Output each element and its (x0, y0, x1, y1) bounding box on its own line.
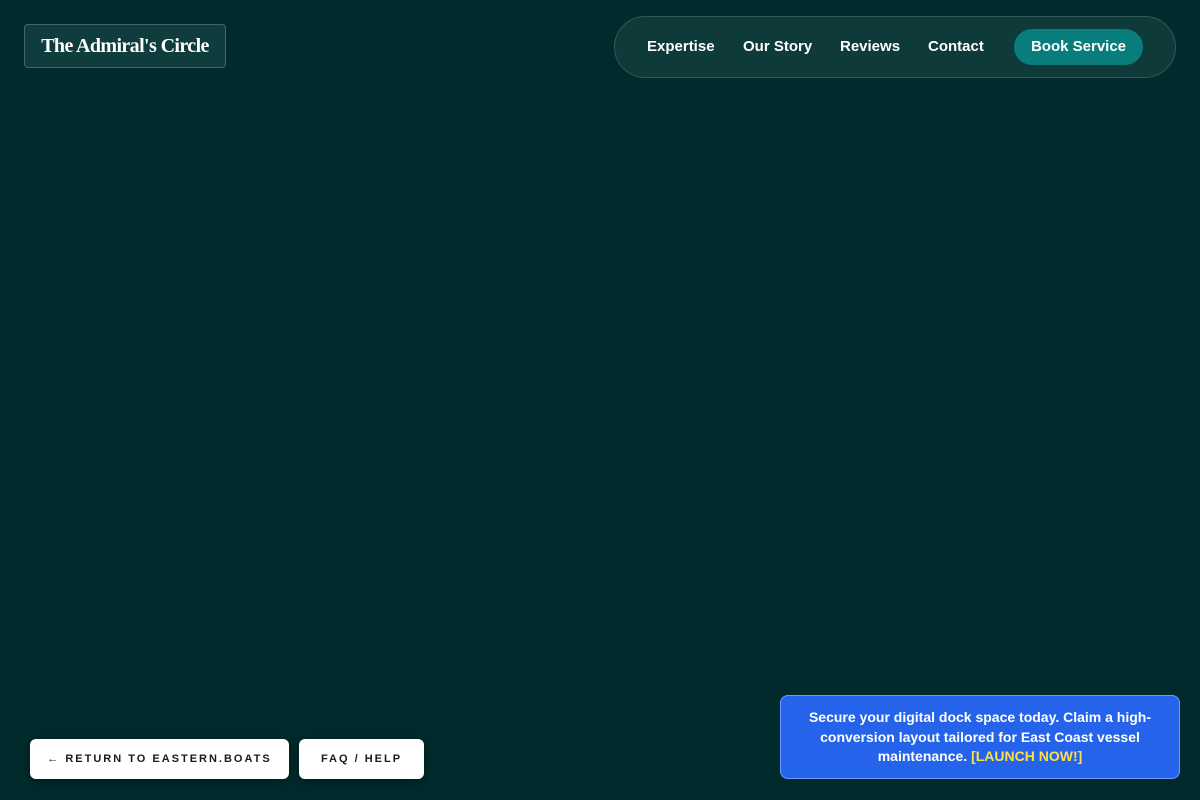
nav-link-expertise[interactable]: Expertise (647, 17, 715, 77)
nav-link-contact[interactable]: Contact (928, 17, 984, 77)
faq-help-button[interactable]: FAQ / HELP (299, 739, 424, 779)
nav-link-reviews[interactable]: Reviews (840, 17, 900, 77)
brand-name: The Admiral's Circle (41, 34, 209, 57)
brand-logo[interactable]: The Admiral's Circle (24, 24, 226, 68)
promo-banner[interactable]: Secure your digital dock space today. Cl… (780, 695, 1180, 779)
return-button[interactable]: ← RETURN TO EASTERN.BOATS (30, 739, 289, 779)
main-nav: Expertise Our Story Reviews Contact Book… (614, 16, 1176, 78)
page: The Admiral's Circle Expertise Our Story… (0, 0, 1200, 800)
nav-link-our-story[interactable]: Our Story (743, 17, 812, 77)
launch-now-link[interactable]: [LAUNCH NOW!] (971, 748, 1082, 764)
book-service-button[interactable]: Book Service (1014, 29, 1143, 65)
